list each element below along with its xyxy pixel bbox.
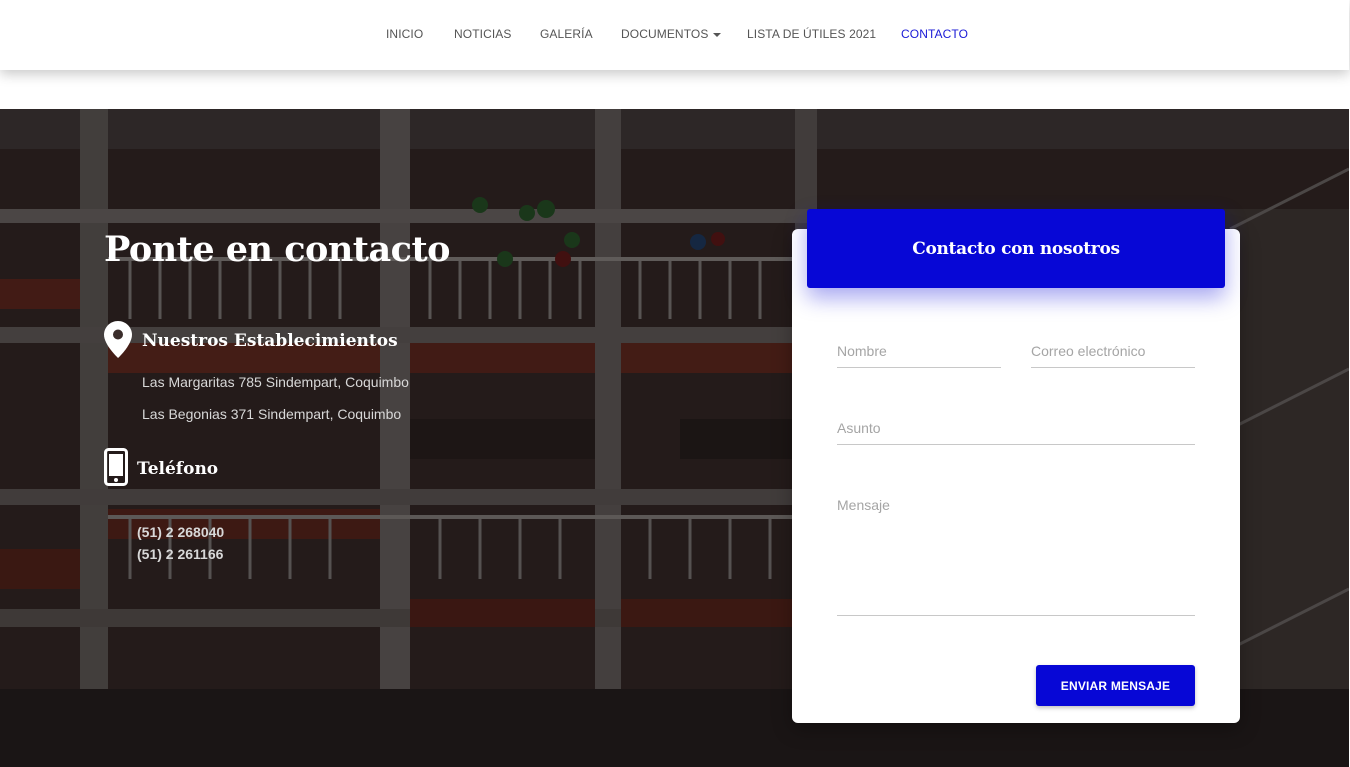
contact-form-layer: Contacto con nosotros ENVIAR MENSAJE (0, 109, 1349, 767)
send-message-button[interactable]: ENVIAR MENSAJE (1036, 665, 1195, 706)
top-navbar: INICIO NOTICIAS GALERÍA DOCUMENTOS LISTA… (0, 0, 1349, 70)
form-title: Contacto con nosotros (912, 238, 1120, 259)
email-input[interactable] (1031, 343, 1195, 368)
nav-item-inicio[interactable]: INICIO (386, 27, 423, 41)
name-input[interactable] (837, 343, 1001, 368)
contact-form (792, 229, 1240, 723)
nav-item-documentos-label: DOCUMENTOS (621, 27, 709, 41)
nav-item-noticias[interactable]: NOTICIAS (454, 27, 511, 41)
nav-item-contacto[interactable]: CONTACTO (901, 27, 968, 41)
form-header: Contacto con nosotros (807, 209, 1225, 288)
nav-item-documentos[interactable]: DOCUMENTOS (621, 27, 722, 41)
subject-input[interactable] (837, 420, 1195, 445)
nav-item-galeria[interactable]: GALERÍA (540, 27, 593, 41)
nav-item-lista-utiles[interactable]: LISTA DE ÚTILES 2021 (747, 27, 876, 41)
message-textarea[interactable] (837, 497, 1195, 616)
caret-down-icon (713, 32, 722, 37)
